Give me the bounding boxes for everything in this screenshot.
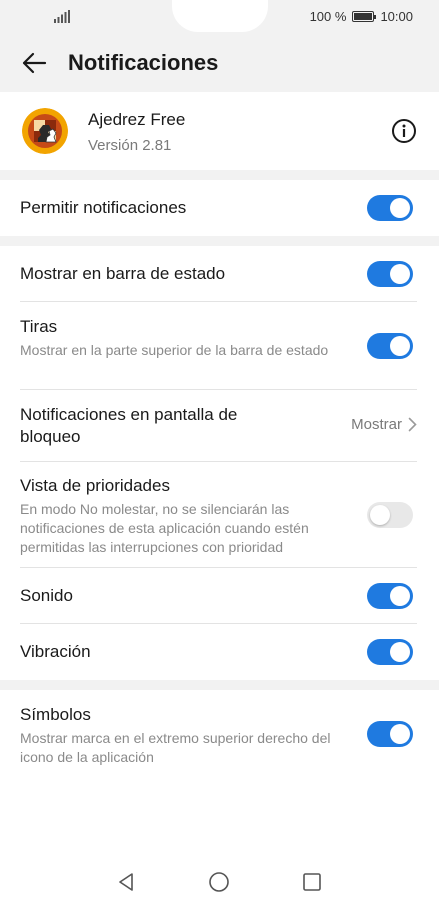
app-info: Ajedrez Free Versión 2.81 <box>0 92 439 170</box>
banners-label: Tiras <box>20 317 58 336</box>
sound-label: Sonido <box>20 586 73 605</box>
toggle-knob <box>390 724 410 744</box>
row-priority[interactable]: Vista de prioridades En modo No molestar… <box>0 462 439 568</box>
badges-label: Símbolos <box>20 705 91 724</box>
priority-toggle[interactable] <box>367 502 413 528</box>
lock-screen-value[interactable]: Mostrar <box>351 416 417 433</box>
status-bar: 100 % 10:00 <box>0 0 439 34</box>
toggle-knob <box>370 505 390 525</box>
row-vibration[interactable]: Vibración <box>0 624 439 680</box>
toggle-knob <box>390 586 410 606</box>
back-triangle-icon[interactable] <box>114 870 138 894</box>
row-sound[interactable]: Sonido <box>0 568 439 624</box>
status-bar-toggle[interactable] <box>367 261 413 287</box>
battery-icon <box>352 11 377 22</box>
chevron-right-icon <box>408 417 417 432</box>
status-bar-label: Mostrar en barra de estado <box>20 264 226 283</box>
row-lock-screen[interactable]: Notificaciones en pantalla de bloqueo Mo… <box>0 390 439 462</box>
toggle-knob <box>390 198 410 218</box>
lock-screen-value-text: Mostrar <box>351 416 402 433</box>
navigation-bar <box>0 852 439 914</box>
home-circle-icon[interactable] <box>207 870 231 894</box>
toggle-knob <box>390 642 410 662</box>
clock: 10:00 <box>380 9 413 24</box>
back-arrow-icon[interactable] <box>20 49 48 77</box>
toggle-knob <box>390 336 410 356</box>
row-banners[interactable]: Tiras Mostrar en la parte superior de la… <box>0 302 439 390</box>
section-gap <box>0 680 439 690</box>
notch <box>171 0 268 32</box>
battery-fill <box>354 13 373 20</box>
priority-label: Vista de prioridades <box>20 476 170 495</box>
section-gap <box>0 170 439 180</box>
badges-description: Mostrar marca en el extremo superior der… <box>20 730 331 765</box>
signal-icon <box>54 10 70 23</box>
screen: 100 % 10:00 Notificaciones Ajedrez Free … <box>0 0 439 914</box>
status-right: 100 % 10:00 <box>310 9 413 24</box>
header: Notificaciones <box>0 34 439 92</box>
row-badges[interactable]: Símbolos Mostrar marca en el extremo sup… <box>0 690 439 782</box>
battery-percent: 100 % <box>309 9 347 24</box>
page-title: Notificaciones <box>68 50 219 75</box>
app-name: Ajedrez Free <box>88 110 186 129</box>
badges-toggle[interactable] <box>367 721 413 747</box>
vibration-toggle[interactable] <box>367 639 413 665</box>
priority-description: En modo No molestar, no se silenciarán l… <box>20 501 309 555</box>
allow-notifications-toggle[interactable] <box>367 195 413 221</box>
info-icon[interactable] <box>391 118 417 144</box>
banners-description: Mostrar en la parte superior de la barra… <box>20 342 329 358</box>
app-version: Versión 2.81 <box>88 137 172 154</box>
sound-toggle[interactable] <box>367 583 413 609</box>
allow-notifications-label: Permitir notificaciones <box>20 198 187 217</box>
banners-toggle[interactable] <box>367 333 413 359</box>
section-gap <box>0 236 439 246</box>
lock-screen-label: Notificaciones en pantalla de bloqueo <box>20 405 238 446</box>
row-allow-notifications[interactable]: Permitir notificaciones <box>0 180 439 236</box>
chess-app-icon <box>22 108 68 154</box>
recents-square-icon[interactable] <box>300 870 324 894</box>
vibration-label: Vibración <box>20 642 91 661</box>
row-status-bar[interactable]: Mostrar en barra de estado <box>0 246 439 302</box>
toggle-knob <box>390 264 410 284</box>
